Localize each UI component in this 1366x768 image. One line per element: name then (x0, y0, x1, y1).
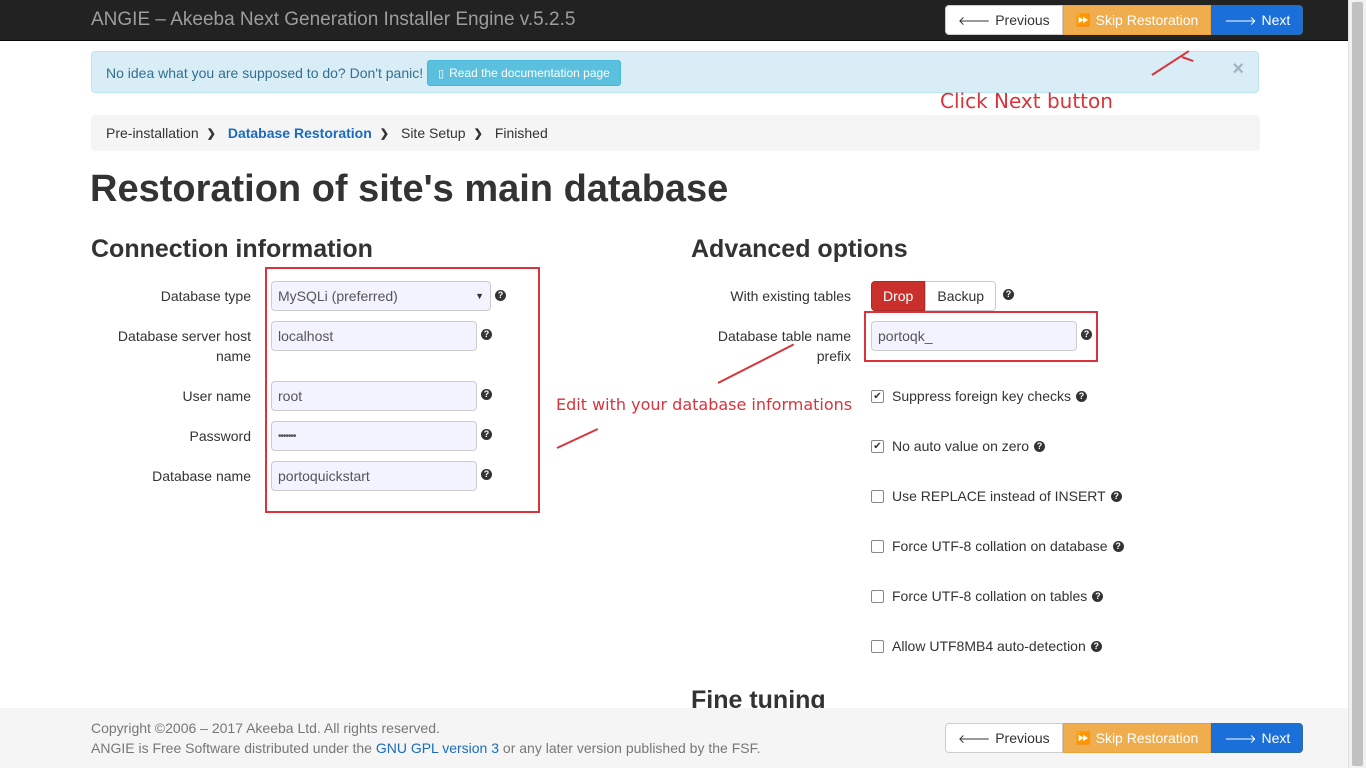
help-icon[interactable]: ? (1075, 390, 1087, 402)
footer-license: ANGIE is Free Software distributed under… (91, 740, 761, 756)
db-name-input[interactable]: portoquickstart (271, 461, 477, 491)
password-input[interactable]: ••••••• (271, 421, 477, 451)
fast-forward-icon: ⏩ (1075, 731, 1091, 745)
scrollbar-thumb[interactable] (1352, 2, 1363, 766)
top-nav-buttons: 🡐 Previous ⏩ Skip Restoration 🡒 Next (945, 5, 1304, 35)
username-label: User name (182, 388, 251, 404)
vertical-scrollbar[interactable] (1348, 0, 1366, 768)
footer-next-button[interactable]: 🡒 Next (1211, 723, 1304, 753)
help-icon[interactable]: ? (495, 290, 506, 301)
page-title: Restoration of site's main database (90, 168, 729, 210)
db-name-label: Database name (152, 468, 251, 484)
annotation-click-next: Click Next button (940, 89, 1113, 113)
close-icon[interactable]: × (1232, 58, 1244, 81)
existing-tables-toggle: Drop Backup (871, 281, 997, 311)
document-icon: ▯ (438, 67, 445, 80)
checkbox-use-replace[interactable]: Use REPLACE instead of INSERT ? (871, 488, 1122, 504)
breadcrumb-pre-installation[interactable]: Pre-installation (106, 125, 199, 141)
footer-nav-buttons: 🡐 Previous ⏩ Skip Restoration 🡒 Next (945, 723, 1304, 753)
db-host-label: Database server host name (117, 328, 251, 364)
breadcrumb-site-setup[interactable]: Site Setup (401, 125, 466, 141)
help-icon[interactable]: ? (1092, 590, 1104, 602)
help-icon[interactable]: ? (481, 429, 492, 440)
arrow-left-icon: 🡐 (958, 13, 991, 28)
checkbox[interactable]: ✔ (871, 439, 884, 453)
chevron-right-icon: ❯ (206, 127, 216, 140)
help-icon[interactable]: ? (1003, 289, 1014, 300)
checkbox-utf8-database[interactable]: Force UTF-8 collation on database ? (871, 538, 1124, 554)
annotation-edit-db: Edit with your database informations (556, 395, 853, 414)
previous-button[interactable]: 🡐 Previous (945, 5, 1063, 35)
table-prefix-input[interactable]: portoqk_ (871, 321, 1077, 351)
table-prefix-label: Database table name prefix (717, 328, 851, 364)
help-icon[interactable]: ? (1081, 329, 1092, 340)
footer: Copyright ©2006 – 2017 Akeeba Ltd. All r… (0, 708, 1349, 768)
db-type-select[interactable]: MySQLi (preferred) ▼ (271, 281, 491, 311)
existing-tables-label: With existing tables (730, 288, 851, 304)
app-brand: ANGIE – Akeeba Next Generation Installer… (91, 9, 576, 30)
top-navbar: ANGIE – Akeeba Next Generation Installer… (0, 0, 1349, 41)
footer-copyright: Copyright ©2006 – 2017 Akeeba Ltd. All r… (91, 720, 440, 736)
footer-skip-restoration-button[interactable]: ⏩ Skip Restoration (1062, 723, 1212, 753)
fast-forward-icon: ⏩ (1075, 13, 1091, 27)
drop-option[interactable]: Drop (871, 281, 926, 311)
next-button[interactable]: 🡒 Next (1211, 5, 1304, 35)
checkbox-no-auto-value[interactable]: ✔ No auto value on zero ? (871, 438, 1045, 454)
db-type-label: Database type (160, 288, 251, 304)
skip-restoration-button[interactable]: ⏩ Skip Restoration (1062, 5, 1212, 35)
documentation-button[interactable]: ▯ Read the documentation page (427, 60, 621, 86)
username-input[interactable]: root (271, 381, 477, 411)
checkbox-utf8-tables[interactable]: Force UTF-8 collation on tables ? (871, 588, 1104, 604)
info-alert: No idea what you are supposed to do? Don… (91, 51, 1259, 93)
dropdown-arrow-icon: ▼ (475, 291, 484, 301)
help-icon[interactable]: ? (1110, 490, 1122, 502)
checkbox-utf8mb4[interactable]: Allow UTF8MB4 auto-detection ? (871, 638, 1102, 654)
breadcrumb-database-restoration[interactable]: Database Restoration (228, 125, 372, 141)
annotation-line-edit-low (556, 428, 599, 449)
checkbox[interactable] (871, 489, 884, 503)
help-icon[interactable]: ? (1112, 540, 1124, 552)
alert-text: No idea what you are supposed to do? Don… (106, 65, 424, 81)
checkbox-suppress-fk[interactable]: ✔ Suppress foreign key checks ? (871, 388, 1087, 404)
help-icon[interactable]: ? (481, 469, 492, 480)
arrow-left-icon: 🡐 (958, 731, 991, 746)
password-label: Password (189, 428, 251, 444)
arrow-right-icon: 🡒 (1224, 13, 1257, 28)
checkbox[interactable] (871, 639, 884, 653)
footer-previous-button[interactable]: 🡐 Previous (945, 723, 1063, 753)
checkbox[interactable] (871, 539, 884, 553)
checkbox[interactable]: ✔ (871, 389, 884, 403)
connection-heading: Connection information (91, 235, 373, 263)
gpl-link[interactable]: GNU GPL version 3 (376, 740, 499, 756)
breadcrumb-finished[interactable]: Finished (495, 125, 548, 141)
chevron-right-icon: ❯ (473, 127, 483, 140)
breadcrumb: Pre-installation ❯ Database Restoration … (91, 115, 1260, 151)
help-icon[interactable]: ? (1033, 440, 1045, 452)
arrow-right-icon: 🡒 (1224, 731, 1257, 746)
help-icon[interactable]: ? (481, 329, 492, 340)
checkbox[interactable] (871, 589, 884, 603)
chevron-right-icon: ❯ (379, 127, 389, 140)
help-icon[interactable]: ? (481, 389, 492, 400)
advanced-heading: Advanced options (691, 235, 908, 263)
help-icon[interactable]: ? (1090, 640, 1102, 652)
backup-option[interactable]: Backup (925, 281, 997, 311)
db-host-input[interactable]: localhost (271, 321, 477, 351)
